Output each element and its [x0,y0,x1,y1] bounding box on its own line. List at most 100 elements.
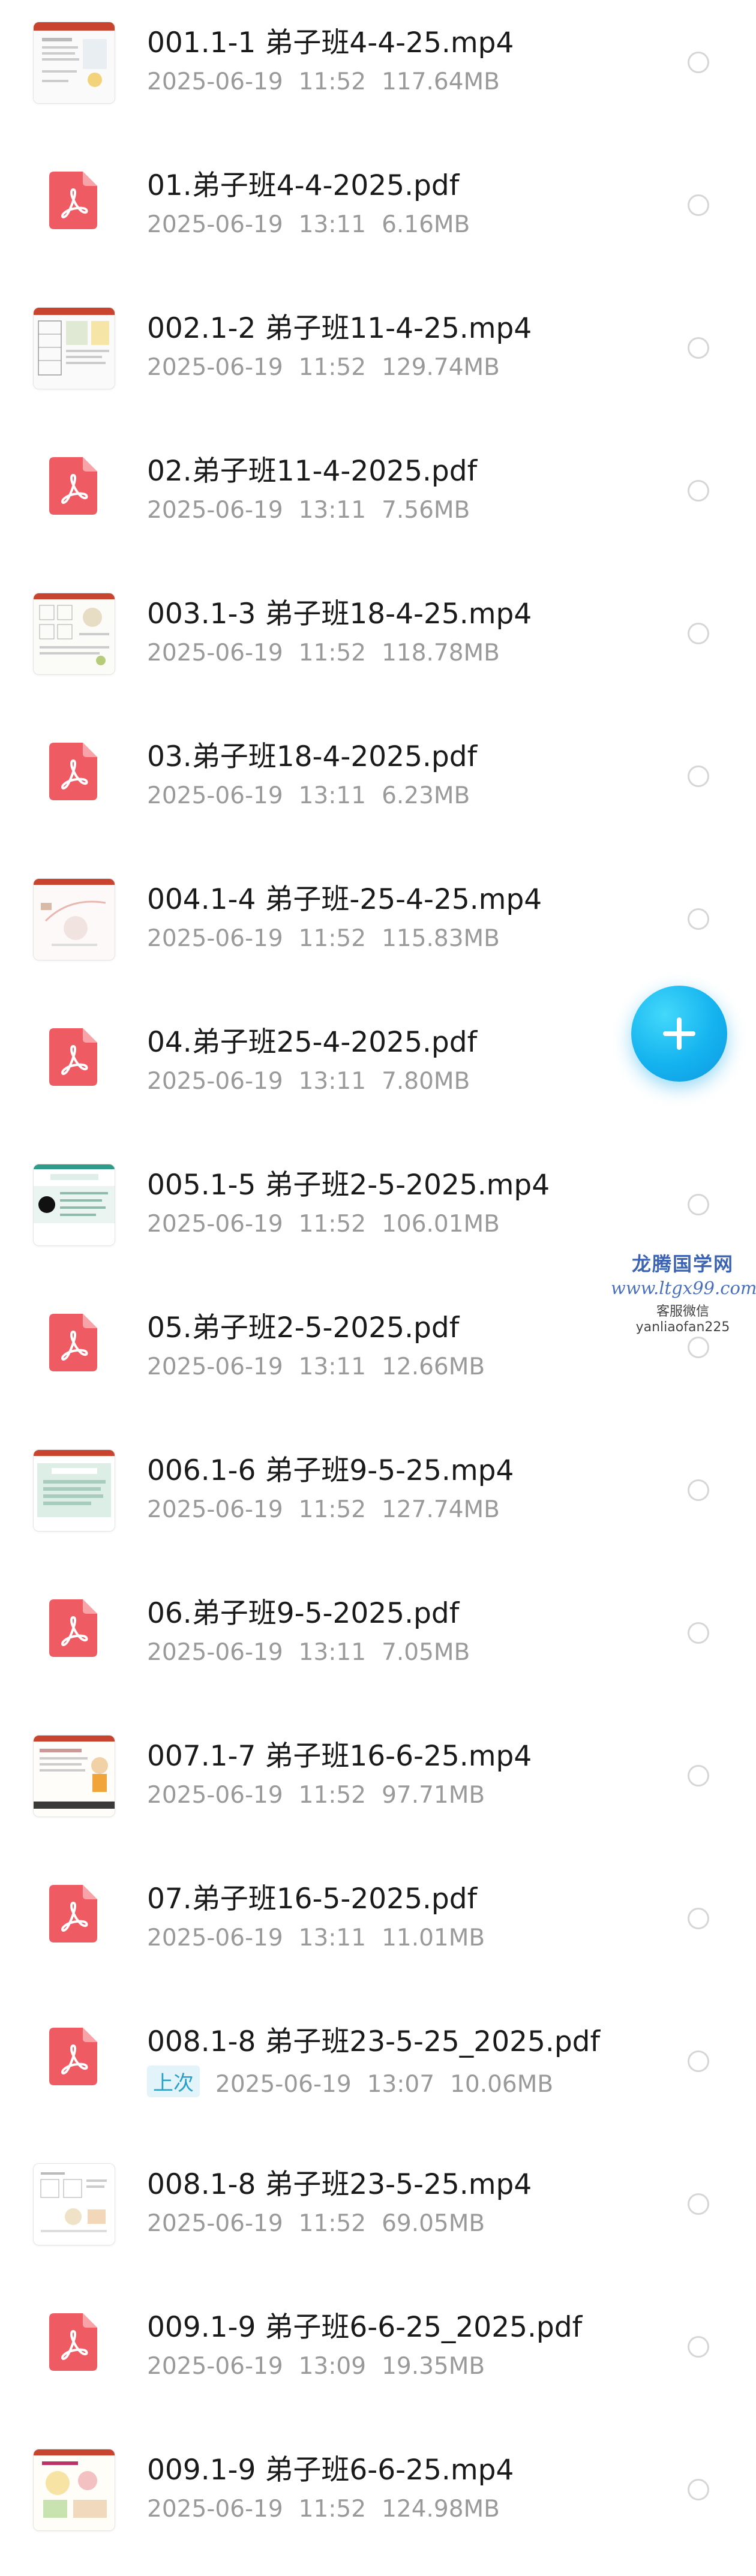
file-date: 2025-06-19 [147,1925,283,1951]
file-meta: 2025-06-19 13:11 11.01MB [147,1925,485,1951]
file-meta: 2025-06-19 13:11 6.23MB [147,782,470,809]
file-name: 07.弟子班16-5-2025.pdf [147,1883,478,1916]
file-row[interactable]: 009.1-9 弟子班6-6-25_2025.pdf 2025-06-19 13:… [0,2284,756,2427]
file-size: 7.80MB [382,1068,470,1095]
select-radio[interactable] [688,2479,709,2500]
video-thumbnail [33,307,115,389]
select-radio[interactable] [688,908,709,930]
file-row[interactable]: 002.1-2 弟子班11-4-25.mp4 2025-06-19 11:52 12… [0,286,756,428]
file-time: 11:52 [298,68,367,95]
file-row[interactable]: 02.弟子班11-4-2025.pdf 2025-06-19 13:11 7.56M… [0,428,756,571]
pdf-icon [49,1028,97,1086]
pdf-icon [49,743,97,800]
file-meta: 2025-06-19 11:52 117.64MB [147,68,500,95]
video-thumbnail [33,1735,115,1817]
file-size: 69.05MB [382,2210,485,2237]
file-meta: 2025-06-19 11:52 115.83MB [147,925,500,952]
file-date: 2025-06-19 [215,2071,352,2098]
file-row[interactable]: 007.1-7 弟子班16-6-25.mp4 2025-06-19 11:52 97… [0,1713,756,1856]
file-name: 002.1-2 弟子班11-4-25.mp4 [147,312,532,345]
file-name: 009.1-9 弟子班6-6-25.mp4 [147,2454,514,2487]
file-meta: 2025-06-19 13:09 19.35MB [147,2353,485,2380]
file-name: 003.1-3 弟子班18-4-25.mp4 [147,598,532,631]
file-date: 2025-06-19 [147,782,283,809]
file-time: 11:52 [298,2210,367,2237]
file-date: 2025-06-19 [147,925,283,952]
file-size: 7.56MB [382,497,470,524]
plus-icon [663,1017,695,1050]
file-date: 2025-06-19 [147,1211,283,1238]
file-size: 97.71MB [382,1782,485,1809]
file-date: 2025-06-19 [147,640,283,666]
file-time: 13:11 [298,497,367,524]
watermark-title: 龙腾国学网 [631,1253,734,1275]
file-time: 11:52 [298,925,367,952]
select-radio[interactable] [688,52,709,73]
file-row[interactable]: 06.弟子班9-5-2025.pdf 2025-06-19 13:11 7.05MB [0,1571,756,1713]
file-row[interactable]: 003.1-3 弟子班18-4-25.mp4 2025-06-19 11:52 11… [0,571,756,714]
file-size: 10.06MB [450,2071,554,2098]
file-time: 13:09 [298,2353,367,2380]
file-meta: 2025-06-19 11:52 129.74MB [147,354,500,381]
file-row[interactable]: 03.弟子班18-4-2025.pdf 2025-06-19 13:11 6.23M… [0,714,756,857]
file-meta: 2025-06-19 11:52 124.98MB [147,2496,500,2523]
file-meta: 2025-06-19 13:11 7.05MB [147,1639,470,1666]
video-thumbnail [33,1164,115,1246]
select-radio[interactable] [688,1337,709,1358]
file-row[interactable]: 006.1-6 弟子班9-5-25.mp4 2025-06-19 11:52 127… [0,1428,756,1571]
select-radio[interactable] [688,1765,709,1787]
select-radio[interactable] [688,194,709,216]
file-size: 115.83MB [382,925,500,952]
last-opened-badge: 上次 [147,2065,200,2097]
file-meta: 2025-06-19 13:11 6.16MB [147,211,470,238]
file-size: 12.66MB [382,1353,485,1380]
select-radio[interactable] [688,623,709,644]
file-row[interactable]: 009.1-9 弟子班6-6-25.mp4 2025-06-19 11:52 124… [0,2427,756,2570]
file-date: 2025-06-19 [147,1496,283,1523]
file-name: 06.弟子班9-5-2025.pdf [147,1597,460,1630]
file-meta: 2025-06-19 11:52 69.05MB [147,2210,485,2237]
file-meta: 2025-06-19 11:52 97.71MB [147,1782,485,1809]
file-meta: 2025-06-19 11:52 106.01MB [147,1211,500,1238]
file-meta: 2025-06-19 11:52 118.78MB [147,640,500,666]
file-name: 008.1-8 弟子班23-5-25.mp4 [147,2168,532,2201]
pdf-icon [49,1314,97,1371]
pdf-icon [49,1599,97,1657]
file-row[interactable]: 001.1-1 弟子班4-4-25.mp4 2025-06-19 11:52 117… [0,0,756,143]
select-radio[interactable] [688,2050,709,2072]
select-radio[interactable] [688,2193,709,2215]
file-name: 004.1-4 弟子班-25-4-25.mp4 [147,883,542,916]
select-radio[interactable] [688,765,709,787]
pdf-icon [49,2028,97,2085]
select-radio[interactable] [688,1622,709,1644]
select-radio[interactable] [688,1479,709,1501]
file-meta: 上次 2025-06-19 13:07 10.06MB [147,2065,554,2099]
file-name: 03.弟子班18-4-2025.pdf [147,740,478,773]
video-thumbnail [33,2163,115,2245]
file-name: 009.1-9 弟子班6-6-25_2025.pdf [147,2311,583,2344]
file-name: 05.弟子班2-5-2025.pdf [147,1311,460,1344]
select-radio[interactable] [688,337,709,359]
watermark-url: www.ltgx99.com [611,1278,756,1298]
file-row[interactable]: 07.弟子班16-5-2025.pdf 2025-06-19 13:11 11.01… [0,1856,756,1999]
file-row[interactable]: 004.1-4 弟子班-25-4-25.mp4 2025-06-19 11:52 1… [0,857,756,999]
pdf-icon [49,172,97,229]
select-radio[interactable] [688,480,709,502]
pdf-icon [49,2313,97,2371]
video-thumbnail [33,878,115,960]
pdf-icon [49,1885,97,1942]
file-name: 006.1-6 弟子班9-5-25.mp4 [147,1454,514,1487]
select-radio[interactable] [688,1194,709,1215]
file-date: 2025-06-19 [147,354,283,381]
select-radio[interactable] [688,2336,709,2358]
add-button[interactable] [631,986,727,1082]
select-radio[interactable] [688,1908,709,1929]
file-size: 6.16MB [382,211,470,238]
file-time: 13:11 [298,1068,367,1095]
file-time: 13:11 [298,1353,367,1380]
file-size: 6.23MB [382,782,470,809]
video-thumbnail [33,2449,115,2531]
file-row[interactable]: 01.弟子班4-4-2025.pdf 2025-06-19 13:11 6.16MB [0,143,756,286]
file-row[interactable]: 008.1-8 弟子班23-5-25.mp4 2025-06-19 11:52 69… [0,2142,756,2284]
file-row[interactable]: 008.1-8 弟子班23-5-25_2025.pdf 上次 2025-06-19… [0,1999,756,2142]
